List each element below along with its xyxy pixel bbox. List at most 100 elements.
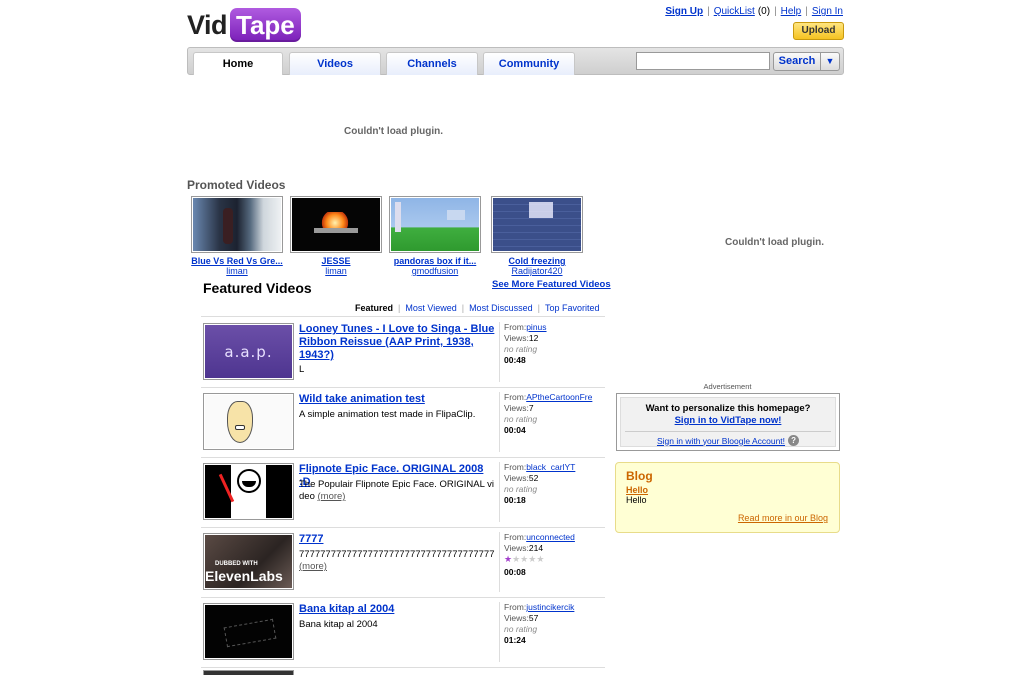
video-thumbnail[interactable] bbox=[203, 463, 294, 520]
video-thumbnail[interactable] bbox=[203, 603, 294, 660]
site-logo[interactable]: Vid Tape bbox=[187, 7, 301, 43]
video-duration: 00:04 bbox=[504, 425, 526, 435]
video-row: Wild take animation test A simple animat… bbox=[201, 390, 605, 454]
promo-title-link[interactable]: pandoras box if it... bbox=[389, 256, 481, 266]
tab-home[interactable]: Home bbox=[193, 52, 283, 75]
tab-community[interactable]: Community bbox=[483, 52, 575, 75]
blog-post-link[interactable]: Hello bbox=[626, 485, 829, 495]
promo-user-link[interactable]: liman bbox=[290, 266, 382, 276]
video-title-link[interactable]: Looney Tunes - I Love to Singa - Blue Ri… bbox=[299, 323, 495, 362]
subtab-top-favorited[interactable]: Top Favorited bbox=[545, 303, 600, 313]
subtab-most-viewed[interactable]: Most Viewed bbox=[405, 303, 456, 313]
more-link[interactable]: (more) bbox=[299, 561, 327, 572]
separator: | bbox=[805, 6, 808, 17]
video-row: Flipnote Epic Face. ORIGINAL 2008 :D The… bbox=[201, 460, 605, 524]
divider bbox=[201, 527, 605, 528]
promo-item[interactable]: Blue Vs Red Vs Gre... liman bbox=[191, 196, 283, 276]
video-rating: no rating bbox=[504, 484, 538, 494]
video-thumbnail[interactable]: DUBBED WITH ElevenLabs bbox=[203, 533, 294, 590]
search-input[interactable] bbox=[636, 52, 770, 70]
video-title-link[interactable]: Bana kitap al 2004 bbox=[299, 603, 495, 616]
promoted-videos-title: Promoted Videos bbox=[187, 178, 286, 192]
promo-title-link[interactable]: Blue Vs Red Vs Gre... bbox=[191, 256, 283, 266]
promo-item[interactable]: Cold freezing Radijator420 bbox=[491, 196, 583, 276]
promo-user-link[interactable]: Radijator420 bbox=[491, 266, 583, 276]
search-button[interactable]: Search bbox=[773, 52, 821, 71]
video-description: Bana kitap al 2004 bbox=[299, 619, 378, 630]
logo-vid-text: Vid bbox=[187, 9, 228, 40]
divider bbox=[201, 387, 605, 388]
sign-in-now-link[interactable]: Sign in to VidTape now! bbox=[675, 415, 782, 426]
video-meta: From:pinus Views:12 no rating 00:48 bbox=[499, 322, 605, 382]
personalize-box: Want to personalize this homepage? Sign … bbox=[616, 393, 840, 451]
video-thumbnail[interactable] bbox=[191, 196, 283, 253]
video-title-link[interactable]: Wild take animation test bbox=[299, 393, 495, 406]
quicklist-link[interactable]: QuickList bbox=[714, 6, 755, 17]
star-empty-icon[interactable]: ★ bbox=[512, 554, 520, 564]
video-meta: From:APtheCartoonFre Views:7 no rating 0… bbox=[499, 392, 605, 452]
video-user-link[interactable]: unconnected bbox=[526, 532, 575, 542]
sign-up-link[interactable]: Sign Up bbox=[665, 6, 703, 17]
tab-channels[interactable]: Channels bbox=[386, 52, 478, 75]
video-thumbnail[interactable]: a.a.p. bbox=[203, 323, 294, 380]
video-meta: From:unconnected Views:214 ★★★★★ 00:08 bbox=[499, 532, 605, 592]
more-link[interactable]: (more) bbox=[318, 491, 346, 502]
promo-item[interactable]: pandoras box if it... gmodfusion bbox=[389, 196, 481, 276]
search-dropdown-icon[interactable]: ▼ bbox=[820, 52, 840, 71]
divider bbox=[201, 316, 605, 317]
account-sign-in-link[interactable]: Sign in with your Bloogle Account! bbox=[657, 436, 785, 446]
star-empty-icon[interactable]: ★ bbox=[536, 554, 544, 564]
video-user-link[interactable]: black_carlYT bbox=[526, 462, 575, 472]
video-thumbnail[interactable] bbox=[389, 196, 481, 253]
promo-title-link[interactable]: Cold freezing bbox=[491, 256, 583, 266]
star-filled-icon[interactable]: ★ bbox=[504, 554, 512, 564]
separator: | bbox=[774, 6, 777, 17]
sign-in-link[interactable]: Sign In bbox=[812, 6, 843, 17]
top-links: Sign Up | QuickList (0) | Help | Sign In bbox=[665, 6, 843, 17]
video-duration: 00:48 bbox=[504, 355, 526, 365]
video-description: L bbox=[299, 364, 305, 375]
video-thumbnail[interactable] bbox=[290, 196, 382, 253]
blog-title: Blog bbox=[626, 469, 653, 483]
tab-videos[interactable]: Videos bbox=[289, 52, 381, 75]
video-duration: 00:18 bbox=[504, 495, 526, 505]
blog-read-more-link[interactable]: Read more in our Blog bbox=[738, 513, 828, 523]
sidebar-plugin-error-message: Couldn't load plugin. bbox=[725, 237, 825, 248]
video-title-link[interactable]: 7777 bbox=[299, 533, 495, 546]
video-rating: no rating bbox=[504, 624, 538, 634]
video-user-link[interactable]: justincikercik bbox=[526, 602, 574, 612]
help-icon[interactable]: ? bbox=[788, 435, 800, 446]
video-meta: From:black_carlYT Views:52 no rating 00:… bbox=[499, 462, 605, 522]
promo-user-link[interactable]: gmodfusion bbox=[389, 266, 481, 276]
rating-stars: ★★★★★ bbox=[504, 554, 605, 565]
thumbnail-text: ElevenLabs bbox=[205, 568, 283, 584]
video-row: a.a.p. Looney Tunes - I Love to Singa - … bbox=[201, 320, 605, 384]
divider bbox=[201, 597, 605, 598]
logo-tape-badge: Tape bbox=[230, 8, 301, 42]
featured-subtabs: Featured | Most Viewed | Most Discussed … bbox=[355, 303, 600, 313]
advertisement-label: Advertisement bbox=[703, 382, 752, 391]
video-thumbnail[interactable] bbox=[203, 393, 294, 450]
promo-user-link[interactable]: liman bbox=[191, 266, 283, 276]
subtab-featured[interactable]: Featured bbox=[355, 303, 393, 313]
video-rating: no rating bbox=[504, 344, 538, 354]
video-row: Bana kitap al 2004 Bana kitap al 2004 Fr… bbox=[201, 600, 605, 664]
blog-post-body: Hello bbox=[626, 495, 647, 505]
quicklist-count: (0) bbox=[757, 6, 771, 17]
see-more-featured-link[interactable]: See More Featured Videos bbox=[492, 279, 611, 290]
promo-item[interactable]: JESSE liman bbox=[290, 196, 382, 276]
help-link[interactable]: Help bbox=[781, 6, 802, 17]
promo-title-link[interactable]: JESSE bbox=[290, 256, 382, 266]
subtab-most-discussed[interactable]: Most Discussed bbox=[469, 303, 533, 313]
separator: | bbox=[707, 6, 710, 17]
video-user-link[interactable]: APtheCartoonFre bbox=[526, 392, 592, 402]
upload-button[interactable]: Upload bbox=[793, 22, 844, 40]
video-user-link[interactable]: pinus bbox=[526, 322, 546, 332]
thumbnail-subtext: DUBBED WITH bbox=[215, 561, 258, 567]
video-thumbnail[interactable] bbox=[491, 196, 583, 253]
divider bbox=[201, 667, 605, 668]
video-description: The Populair Flipnote Epic Face. ORIGINA… bbox=[299, 479, 495, 502]
video-thumbnail[interactable] bbox=[203, 670, 294, 675]
video-duration: 00:08 bbox=[504, 567, 526, 577]
video-meta: From:justincikercik Views:57 no rating 0… bbox=[499, 602, 605, 662]
